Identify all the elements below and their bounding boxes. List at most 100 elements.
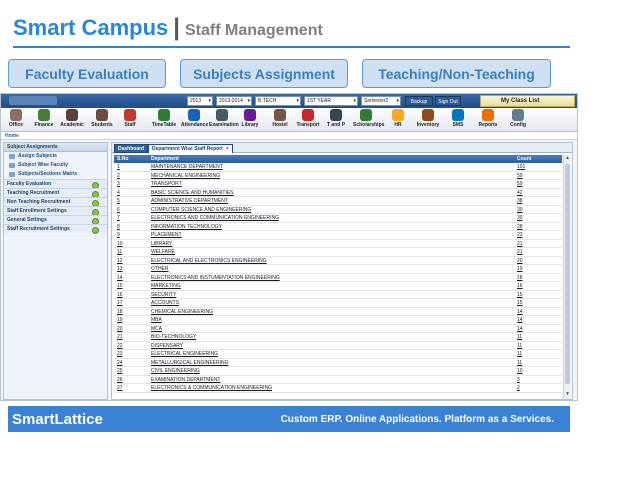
table-row[interactable]: 7 ELECTRONICS AND COMMUNICATION ENGINEERI… [114, 214, 562, 223]
sidebar-group-non-teaching-recruitment[interactable]: Non Teaching Recruitment [4, 197, 107, 207]
module-staff-button[interactable]: Staff [117, 109, 143, 131]
cell-sno[interactable]: 15 [117, 282, 123, 290]
table-row[interactable]: 14 ELECTRONICS AND INSTUMENTATION ENGINEE… [114, 274, 562, 282]
cell-sno[interactable]: 13 [117, 265, 123, 273]
cell-count[interactable]: 30 [517, 214, 523, 222]
cell-count[interactable]: 11 [517, 350, 522, 358]
my-class-list-button[interactable]: My Class List [480, 95, 575, 107]
cell-sno[interactable]: 8 [117, 223, 120, 231]
table-row[interactable]: 17 ACCOUNTS 15 [114, 299, 562, 308]
cell-sno[interactable]: 14 [117, 274, 123, 282]
cell-department[interactable]: PLACEMENT [151, 231, 182, 239]
cell-sno[interactable]: 17 [117, 299, 123, 307]
cell-sno[interactable]: 7 [117, 214, 120, 222]
cell-department[interactable]: ELECTRONICS AND INSTUMENTATION ENGINEERI… [151, 274, 280, 282]
cell-count[interactable]: 18 [517, 274, 523, 282]
scroll-up-icon[interactable]: ▲ [564, 155, 571, 163]
table-row[interactable]: 16 SECURITY 15 [114, 291, 562, 299]
cell-department[interactable]: INFORMATION TECHNOLOGY [151, 223, 222, 231]
sidebar-header-subject-assignments[interactable]: Subject Assignments [4, 143, 107, 152]
module-finance-button[interactable]: Finance [31, 109, 57, 131]
cell-sno[interactable]: 20 [117, 325, 123, 333]
sidebar-group-teaching-recruitment[interactable]: Teaching Recruitment [4, 188, 107, 198]
cell-department[interactable]: OTHER [151, 265, 169, 273]
table-row[interactable]: 21 BIO-TECHNOLOGY 11 [114, 333, 562, 342]
module-office-button[interactable]: Office [3, 109, 29, 131]
cell-count[interactable]: 28 [517, 223, 523, 231]
cell-count[interactable]: 42 [517, 189, 523, 197]
academic-year-select[interactable]: 2013-2014 [216, 96, 252, 106]
cell-count[interactable]: 23 [517, 231, 523, 239]
cell-count[interactable]: 14 [517, 308, 523, 316]
course-select[interactable]: B.TECH [255, 96, 301, 106]
table-row[interactable]: 9 PLACEMENT 23 [114, 231, 562, 240]
module-examination-button[interactable]: Examination [209, 109, 239, 131]
cell-department[interactable]: WELFARE [151, 248, 175, 256]
cell-count[interactable]: 11 [517, 359, 522, 367]
cell-department[interactable]: ACCOUNTS [151, 299, 179, 307]
cell-count[interactable]: 3 [517, 376, 520, 384]
table-row[interactable]: 5 ADMINISTRATIVE DEPARTMENT 38 [114, 197, 562, 206]
cell-department[interactable]: DISPENSARY [151, 342, 183, 350]
table-row[interactable]: 10 LIBRARY 21 [114, 240, 562, 248]
cell-department[interactable]: ADMINISTRATIVE DEPARTMENT [151, 197, 228, 205]
cell-count[interactable]: 101 [517, 163, 525, 171]
sidebar-item-subjects-sections-matrix[interactable]: Subjects/Sections Matrix [4, 170, 107, 179]
module-hr-button[interactable]: HR [385, 109, 411, 131]
table-row[interactable]: 18 CHEMICAL ENGINEERING 14 [114, 308, 562, 316]
scrollbar-thumb[interactable] [565, 164, 570, 384]
cell-count[interactable]: 14 [517, 316, 523, 324]
cell-department[interactable]: MAINTENANCE DEPARTMENT [151, 163, 223, 171]
module-sms-button[interactable]: SMS [445, 109, 471, 131]
cell-sno[interactable]: 21 [117, 333, 123, 341]
module-timetable-button[interactable]: TimeTable [151, 109, 177, 131]
module-reports-button[interactable]: Reports [475, 109, 501, 131]
table-row[interactable]: 12 ELECTRICAL AND ELECTRONICS ENGINEERING… [114, 257, 562, 265]
tab-dashboard[interactable]: Dashboard [114, 144, 149, 153]
table-row[interactable]: 11 WELFARE 21 [114, 248, 562, 257]
cell-department[interactable]: ELECTRONICS & COMMUNICATION ENGINEERING [151, 384, 272, 392]
home-link[interactable]: Home [1, 132, 577, 140]
module-academic-button[interactable]: Academic [59, 109, 85, 131]
cell-department[interactable]: TRANSPORT [151, 180, 182, 188]
cell-sno[interactable]: 18 [117, 308, 123, 316]
table-row[interactable]: 13 OTHER 19 [114, 265, 562, 274]
sign-out-button[interactable]: Sign Out [435, 96, 461, 106]
module-t-and-p-button[interactable]: T and P [323, 109, 349, 131]
module-hostel-button[interactable]: Hostel [267, 109, 293, 131]
sidebar-group-staff-recruitment-settings[interactable]: Staff Recruitment Settings [4, 224, 107, 234]
table-row[interactable]: 26 EXAMINATION DEPARTMENT 3 [114, 376, 562, 384]
cell-department[interactable]: LIBRARY [151, 240, 172, 248]
scroll-down-icon[interactable]: ▼ [564, 391, 571, 399]
table-row[interactable]: 3 TRANSPORT 59 [114, 180, 562, 189]
cell-count[interactable]: 16 [517, 282, 523, 290]
module-students-button[interactable]: Students [89, 109, 115, 131]
close-icon[interactable]: × [226, 146, 229, 152]
cell-sno[interactable]: 6 [117, 206, 120, 214]
cell-count[interactable]: 14 [517, 325, 523, 333]
table-scrollbar[interactable]: ▲ ▼ [563, 155, 571, 399]
cell-sno[interactable]: 5 [117, 197, 120, 205]
sidebar-item-subject-wise-faculty[interactable]: Subject Wise Faculty [4, 161, 107, 170]
cell-sno[interactable]: 9 [117, 231, 120, 239]
sidebar-group-faculty-evaluation[interactable]: Faculty Evaluation [4, 179, 107, 189]
col-sno[interactable]: S.No [117, 155, 128, 163]
table-row[interactable]: 1 MAINTENANCE DEPARTMENT 101 [114, 163, 562, 172]
cell-department[interactable]: CIVIL ENGINEERING [151, 367, 200, 375]
cell-department[interactable]: MCA [151, 325, 162, 333]
cell-sno[interactable]: 19 [117, 316, 123, 324]
cell-sno[interactable]: 22 [117, 342, 123, 350]
table-row[interactable]: 8 INFORMATION TECHNOLOGY 28 [114, 223, 562, 231]
cell-department[interactable]: MARKETING [151, 282, 181, 290]
sidebar-group-staff-enrollment-settings[interactable]: Staff Enrollment Settings [4, 206, 107, 216]
cell-department[interactable]: BASIC SCIENCE AND HUMANITIES [151, 189, 234, 197]
cell-sno[interactable]: 11 [117, 248, 122, 256]
table-row[interactable]: 4 BASIC SCIENCE AND HUMANITIES 42 [114, 189, 562, 197]
module-attendance-button[interactable]: Attendance [181, 109, 208, 131]
backup-app-button[interactable]: Backup App [405, 96, 433, 115]
cell-count[interactable]: 20 [517, 257, 523, 265]
cell-sno[interactable]: 24 [117, 359, 123, 367]
table-row[interactable]: 6 COMPUTER SCIENCE AND ENGINEERING 30 [114, 206, 562, 214]
cell-sno[interactable]: 4 [117, 189, 120, 197]
cell-count[interactable]: 15 [517, 299, 523, 307]
